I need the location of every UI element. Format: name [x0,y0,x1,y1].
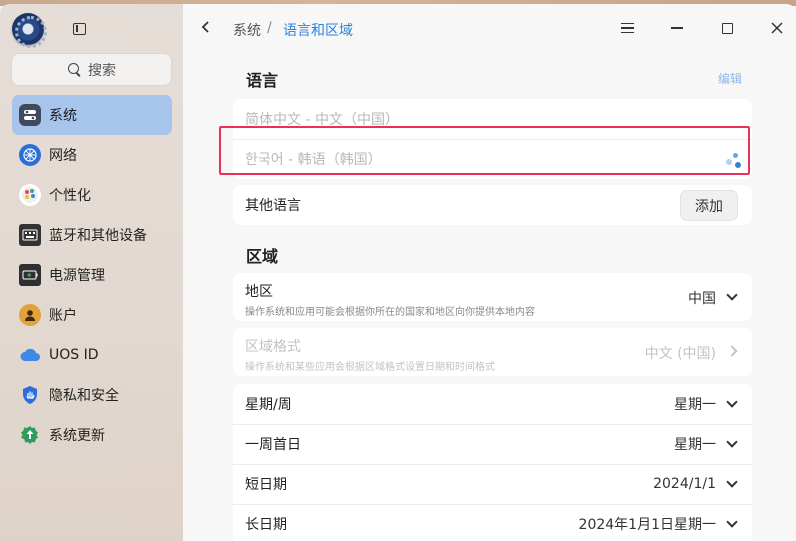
back-button[interactable] [197,16,215,38]
chevron-down-icon [726,436,738,448]
settings-window: 搜索 系统 网络 个性化 蓝牙和其他设备 电源管理 账户 UOS ID 隐私和安… [0,4,796,541]
sidebar-item-label: 系统更新 [49,428,105,444]
chevron-right-icon [726,345,738,357]
system-icon [19,104,41,126]
sidebar-item-system-update[interactable]: 系统更新 [12,415,172,455]
chevron-left-icon [201,21,209,33]
cloud-icon [19,344,41,366]
breadcrumb-parent[interactable]: 系统 [233,20,261,40]
first-day-value: 星期一 [674,437,716,453]
chevron-down-icon [726,476,738,488]
control-center-logo-icon [12,13,47,48]
sidebar-item-label: 账户 [49,308,77,324]
search-input[interactable]: 搜索 [12,54,171,85]
long-date-row[interactable]: 长日期 2024年1月1日星期一 [233,504,752,541]
sidebar: 搜索 系统 网络 个性化 蓝牙和其他设备 电源管理 账户 UOS ID 隐私和安… [0,4,183,541]
privacy-shield-icon [19,384,41,406]
menu-button[interactable] [617,18,637,38]
sidebar-item-bluetooth-devices[interactable]: 蓝牙和其他设备 [12,215,172,255]
power-icon [19,264,41,286]
first-day-label: 一周首日 [245,437,301,453]
region-format-label: 区域格式 [245,339,301,355]
region-area-description: 操作系统和应用可能会根据你所在的国家和地区向你提供本地内容 [245,307,535,318]
date-format-card: 星期/周 星期一 一周首日 星期一 短日期 2024/1/1 长日期 2024年… [233,384,752,541]
search-icon [67,62,82,77]
chevron-down-icon [726,396,738,408]
short-date-row[interactable]: 短日期 2024/1/1 [233,464,752,504]
sidebar-item-personalization[interactable]: 个性化 [12,175,172,215]
language-item[interactable]: 한국어 - 韩语（韩国） [233,139,752,179]
main-panel: 系统 / 语言和区域 语言 编辑 简体中文 - 中文（中国） 한국어 - 韩语（… [183,4,796,541]
region-area-value: 中国 [688,291,716,307]
short-date-label: 短日期 [245,477,287,493]
language-section-title: 语言 [246,71,279,90]
close-button[interactable] [767,18,787,38]
first-day-row[interactable]: 一周首日 星期一 [233,424,752,464]
breadcrumb-current: 语言和区域 [283,23,353,39]
sidebar-item-system[interactable]: 系统 [12,95,172,135]
short-date-value: 2024/1/1 [653,476,716,492]
sidebar-item-network[interactable]: 网络 [12,135,172,175]
language-list-card: 简体中文 - 中文（中国） 한국어 - 韩语（韩国） [233,99,752,179]
chevron-down-icon [726,516,738,528]
chevron-down-icon [726,289,738,301]
sidebar-item-label: 隐私和安全 [49,388,119,404]
region-format-value: 中文 (中国) [644,346,716,362]
sidebar-nav: 系统 网络 个性化 蓝牙和其他设备 电源管理 账户 UOS ID 隐私和安全 系… [12,95,172,455]
minimize-icon [671,27,683,29]
sidebar-item-label: 电源管理 [49,268,105,284]
edit-languages-link[interactable]: 编辑 [718,70,742,87]
region-format-row[interactable]: 区域格式 操作系统和某些应用会根据区域格式设置日期和时间格式 中文 (中国) [233,328,752,376]
region-area-row[interactable]: 地区 操作系统和应用可能会根据你所在的国家和地区向你提供本地内容 中国 [233,273,752,321]
loading-spinner-icon [726,153,742,169]
bluetooth-devices-icon [19,224,41,246]
sidebar-item-uos-id[interactable]: UOS ID [12,335,172,375]
maximize-icon [721,22,733,34]
region-format-description: 操作系统和某些应用会根据区域格式设置日期和时间格式 [245,362,495,373]
sidebar-item-label: 网络 [49,148,77,164]
long-date-value: 2024年1月1日星期一 [578,517,716,533]
region-section-title: 区域 [246,247,279,266]
sidebar-item-label: 个性化 [49,188,91,204]
add-language-button[interactable]: 添加 [680,190,738,221]
sidebar-item-power[interactable]: 电源管理 [12,255,172,295]
minimize-button[interactable] [667,18,687,38]
week-label: 星期/周 [245,397,292,413]
language-item-label: 简体中文 - 中文（中国） [245,112,399,128]
week-row[interactable]: 星期/周 星期一 [233,384,752,424]
sidebar-item-label: 系统 [49,108,77,124]
update-icon [19,424,41,446]
region-area-label: 地区 [245,284,273,300]
sidebar-item-privacy[interactable]: 隐私和安全 [12,375,172,415]
close-icon [771,22,783,34]
other-languages-label: 其他语言 [245,198,301,214]
search-placeholder: 搜索 [88,62,116,79]
account-icon [19,304,41,326]
sidebar-item-account[interactable]: 账户 [12,295,172,335]
long-date-label: 长日期 [245,517,287,533]
other-languages-row: 其他语言 添加 [233,185,752,225]
region-format-card: 区域格式 操作系统和某些应用会根据区域格式设置日期和时间格式 中文 (中国) [233,328,752,376]
sidebar-item-label: UOS ID [49,347,99,363]
other-languages-card: 其他语言 添加 [233,185,752,225]
sidebar-toggle-icon [72,23,86,35]
sidebar-item-label: 蓝牙和其他设备 [49,228,147,244]
region-area-card: 地区 操作系统和应用可能会根据你所在的国家和地区向你提供本地内容 中国 [233,273,752,321]
hamburger-menu-icon [620,22,634,34]
personalization-icon [19,184,41,206]
sidebar-toggle-button[interactable] [70,20,88,38]
week-value: 星期一 [674,397,716,413]
language-item-label: 한국어 - 韩语（韩国） [245,152,382,168]
breadcrumb-separator: / [267,20,272,36]
network-icon [19,144,41,166]
maximize-button[interactable] [717,18,737,38]
titlebar: 系统 / 语言和区域 [183,4,796,52]
language-item[interactable]: 简体中文 - 中文（中国） [233,99,752,139]
